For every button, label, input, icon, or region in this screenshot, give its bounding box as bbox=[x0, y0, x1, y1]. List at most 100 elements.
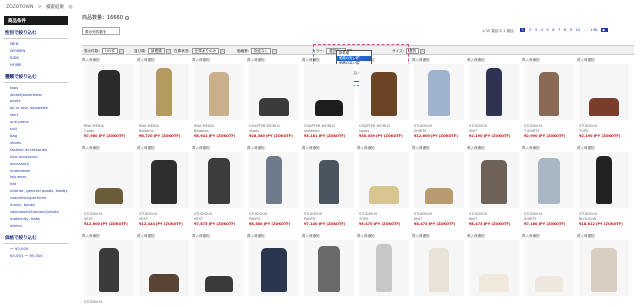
product-image[interactable] bbox=[194, 64, 244, 120]
product-card[interactable]: 再入荷通知 bbox=[412, 234, 466, 307]
brand-name[interactable]: STUDIOUS bbox=[304, 212, 322, 217]
product-brand[interactable]: STUDIOUS SHIRTS bbox=[524, 212, 542, 221]
product-card[interactable]: 再入荷通知 RNA MEDIA Bottoms ¥6,720 JPY (ZOKOTF) bbox=[137, 58, 191, 142]
filter-select[interactable]: 指定なし bbox=[251, 48, 272, 54]
page-link[interactable]: ... bbox=[583, 28, 586, 32]
brand-name[interactable]: STUDIOUS bbox=[579, 124, 597, 129]
product-card[interactable]: 再入荷通知 bbox=[192, 234, 246, 307]
product-brand[interactable]: RNA MEDIA Coats bbox=[84, 124, 104, 133]
page-link[interactable]: 10 bbox=[575, 28, 580, 32]
sidebar-link[interactable]: hat bbox=[10, 181, 68, 188]
product-image[interactable] bbox=[249, 152, 299, 208]
product-card[interactable]: 再入荷通知 STUDIOUS BLOUSON ¥18,612 JPY (ZOKOTF) bbox=[577, 146, 631, 230]
dropdown-arrow-icon[interactable] bbox=[220, 48, 226, 54]
product-card[interactable]: 再入荷通知 STUDIOUS VEST ¥12,600 JPY (ZOKOTF) bbox=[82, 146, 136, 230]
product-card[interactable]: 再入荷通知 CHAPTER WORLD sneakers ¥5,181 JPY (ZO… bbox=[302, 58, 356, 142]
sidebar-link[interactable]: MEN bbox=[10, 41, 68, 48]
dropdown-arrow-icon[interactable] bbox=[165, 48, 171, 54]
filter-select[interactable]: 在庫ありのみ bbox=[191, 48, 220, 54]
product-brand[interactable]: STUDIOUS T-SHIRTS bbox=[524, 124, 542, 133]
sidebar-link[interactable]: music, books bbox=[10, 202, 68, 209]
page-link[interactable]: 8 bbox=[564, 28, 566, 32]
brand-name[interactable]: STUDIOUS bbox=[359, 212, 377, 217]
info-icon[interactable] bbox=[124, 15, 129, 20]
product-card[interactable]: 再入荷通知 STUDIOUS SHIRTS ¥7,180 JPY (ZOKOTF) bbox=[522, 146, 576, 230]
dropdown-arrow-icon[interactable] bbox=[420, 48, 426, 54]
page-link[interactable]: 7 bbox=[558, 28, 560, 32]
product-image[interactable] bbox=[469, 152, 519, 208]
brand-name[interactable]: CHAPTER WORLD bbox=[359, 124, 390, 129]
product-image[interactable] bbox=[579, 64, 629, 120]
page-link[interactable]: 6 bbox=[552, 28, 554, 32]
product-image[interactable] bbox=[139, 64, 189, 120]
sidebar-link[interactable]: KIDS bbox=[10, 55, 68, 62]
product-brand[interactable]: CHAPTER WORLD shoes bbox=[359, 124, 390, 133]
dropdown-arrow-icon[interactable] bbox=[272, 48, 278, 54]
product-image[interactable] bbox=[249, 64, 299, 120]
product-image[interactable] bbox=[524, 152, 574, 208]
product-image[interactable] bbox=[359, 64, 409, 120]
sidebar-link[interactable]: ¥3,001 ～ ¥5,000 bbox=[10, 253, 68, 260]
page-link[interactable]: 2 bbox=[529, 28, 531, 32]
product-brand[interactable]: STUDIOUS bbox=[84, 300, 102, 305]
product-image[interactable] bbox=[139, 240, 189, 296]
product-brand[interactable]: STUDIOUS TOPS bbox=[359, 212, 377, 221]
sidebar-link[interactable]: leg wear bbox=[10, 174, 68, 181]
brand-name[interactable]: STUDIOUS bbox=[524, 124, 542, 129]
page-link[interactable]: 1 bbox=[520, 28, 526, 32]
sidebar-link[interactable]: all-in-one, salopette bbox=[10, 105, 68, 112]
product-card[interactable]: 再入荷通知 CHAPTER WORLD shoes ¥28,380 JPY (ZOKO… bbox=[247, 58, 301, 142]
product-card[interactable]: 再入荷通知 bbox=[302, 234, 356, 307]
sidebar-link[interactable]: tops bbox=[10, 85, 68, 92]
sidebar-link[interactable]: jacket/outerwear bbox=[10, 92, 68, 99]
product-card[interactable]: 再入荷通知 STUDIOUS bbox=[82, 234, 136, 307]
filter-select[interactable]: 新着順 bbox=[148, 48, 165, 54]
product-image[interactable] bbox=[469, 240, 519, 296]
brand-name[interactable]: RNA MEDIA bbox=[139, 124, 159, 129]
product-card[interactable]: 再入荷通知 STUDIOUS KNIT ¥8,475 JPY (ZOKOTF) bbox=[412, 146, 466, 230]
product-card[interactable]: 再入荷通知 RNA MEDIA Coats ¥7,980 JPY (ZOKOTF) bbox=[82, 58, 136, 142]
sidebar-link[interactable]: bag bbox=[10, 133, 68, 140]
product-card[interactable]: 再入荷通知 bbox=[247, 234, 301, 307]
dropdown-arrow-icon[interactable] bbox=[119, 48, 125, 54]
product-brand[interactable]: STUDIOUS PANTS bbox=[249, 212, 267, 221]
breadcrumb-home[interactable]: ZOZOTOWN bbox=[6, 5, 33, 10]
product-brand[interactable]: RNA MEDIA Bottoms bbox=[194, 124, 214, 133]
next-page-button[interactable]: ▶ bbox=[600, 28, 608, 32]
brand-name[interactable]: STUDIOUS bbox=[84, 300, 102, 305]
product-card[interactable]: 再入荷通知 STUDIOUS TOPS ¥5,470 JPY (ZOKOTF) bbox=[357, 146, 411, 230]
brand-name[interactable]: STUDIOUS bbox=[469, 212, 487, 217]
product-card[interactable]: 再入荷通知 bbox=[137, 234, 191, 307]
sidebar-link[interactable]: cosmetics/perfume bbox=[10, 195, 68, 202]
sidebar-link[interactable]: one-piece bbox=[10, 119, 68, 126]
sidebar-link[interactable]: skirt bbox=[10, 112, 68, 119]
product-brand[interactable]: STUDIOUS BLOUSON bbox=[579, 212, 597, 221]
product-card[interactable]: 再入荷通知 STUDIOUS T-SHIRTS ¥2,990 JPY (ZOKOTF) bbox=[522, 58, 576, 142]
product-brand[interactable]: STUDIOUS SHIRTS bbox=[414, 124, 432, 133]
product-card[interactable]: 再入荷通知 bbox=[467, 234, 521, 307]
product-card[interactable]: 再入荷通知 CHAPTER WORLD shoes ¥30,039 JPY (ZOKO… bbox=[357, 58, 411, 142]
product-image[interactable] bbox=[84, 240, 134, 296]
sidebar-link[interactable]: shoes bbox=[10, 140, 68, 147]
brand-name[interactable]: STUDIOUS bbox=[139, 212, 157, 217]
sidebar-link[interactable]: hair accessory bbox=[10, 154, 68, 161]
product-card[interactable]: 再入荷通知 STUDIOUS PANTS ¥7,140 JPY (ZOKOTF) bbox=[302, 146, 356, 230]
product-brand[interactable]: CHAPTER WORLD sneakers bbox=[304, 124, 335, 133]
product-image[interactable] bbox=[414, 152, 464, 208]
product-card[interactable]: 再入荷通知 bbox=[577, 234, 631, 307]
product-brand[interactable]: STUDIOUS TOPS bbox=[579, 124, 597, 133]
brand-name[interactable]: STUDIOUS bbox=[249, 212, 267, 217]
product-brand[interactable]: STUDIOUS KNIT bbox=[414, 212, 432, 221]
product-brand[interactable]: STUDIOUS VEST bbox=[139, 212, 157, 221]
sidebar-link[interactable]: swimwear/kimono/yukata bbox=[10, 209, 68, 216]
page-link[interactable]: 4 bbox=[541, 28, 543, 32]
rows-per-page-select[interactable]: 表示列件数を bbox=[82, 27, 120, 35]
product-brand[interactable]: STUDIOUS KNIT bbox=[469, 212, 487, 221]
product-brand[interactable]: CHAPTER WORLD shoes bbox=[249, 124, 280, 133]
page-link[interactable]: 3 bbox=[535, 28, 537, 32]
brand-name[interactable]: STUDIOUS bbox=[524, 212, 542, 217]
page-link[interactable]: 9 bbox=[570, 28, 572, 32]
product-card[interactable]: 再入荷通知 STUDIOUS VEST ¥12,444 JPY (ZOKOTF) bbox=[137, 146, 191, 230]
sidebar-link[interactable]: ～ ¥3,000 bbox=[10, 246, 68, 253]
product-card[interactable]: 再入荷通知 bbox=[522, 234, 576, 307]
